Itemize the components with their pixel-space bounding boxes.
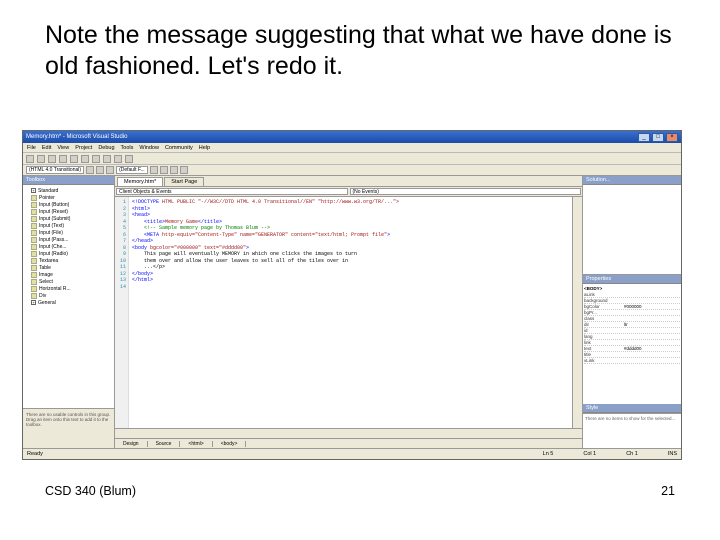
window-title: Memory.htm* - Microsoft Visual Studio — [26, 134, 638, 140]
editor-footer: Design Source <html> <body> — [115, 438, 582, 448]
tab-startpage[interactable]: Start Page — [164, 177, 204, 186]
status-ch: Ch 1 — [626, 451, 638, 457]
toolbox-item[interactable]: Horizontal R... — [25, 285, 112, 292]
toolbox-item[interactable]: Image — [25, 271, 112, 278]
save-icon[interactable] — [48, 155, 56, 163]
toolbox-item[interactable]: Input (Pass... — [25, 236, 112, 243]
toolbox-footer: There are no usable controls in this gro… — [23, 408, 114, 448]
menu-debug[interactable]: Debug — [98, 145, 114, 151]
slide-title: Note the message suggesting that what we… — [0, 0, 720, 93]
toolbox-item[interactable]: Textarea — [25, 257, 112, 264]
client-objects-dropdown[interactable]: Client Objects & Events — [116, 188, 348, 195]
titlebar: Memory.htm* - Microsoft Visual Studio _ … — [23, 131, 681, 143]
align-center-icon[interactable] — [160, 166, 168, 174]
ide-window: Memory.htm* - Microsoft Visual Studio _ … — [22, 130, 682, 460]
align-left-icon[interactable] — [150, 166, 158, 174]
find-icon[interactable] — [125, 155, 133, 163]
toolbox-item[interactable]: Input (Text) — [25, 222, 112, 229]
paste-icon[interactable] — [81, 155, 89, 163]
menu-help[interactable]: Help — [199, 145, 210, 151]
code-area[interactable]: <!DOCTYPE HTML PUBLIC "-//W3C//DTD HTML … — [129, 197, 572, 428]
toolbox-item[interactable]: Input (Submit) — [25, 215, 112, 222]
view-design[interactable]: Design — [115, 441, 148, 447]
menu-file[interactable]: File — [27, 145, 36, 151]
status-col: Col 1 — [583, 451, 596, 457]
menu-window[interactable]: Window — [139, 145, 159, 151]
line-gutter: 1234567891011121314 — [115, 197, 129, 428]
cut-icon[interactable] — [59, 155, 67, 163]
new-icon[interactable] — [26, 155, 34, 163]
toolbar-main — [23, 153, 681, 165]
toolbox-panel: Toolbox +Standard Pointer Input (Button)… — [23, 176, 115, 448]
document-tabs: Memory.htm* Start Page — [115, 176, 582, 187]
doctype-selector[interactable]: (HTML 4.0 Transitional) — [26, 166, 84, 174]
menu-view[interactable]: View — [57, 145, 69, 151]
toolbox-item[interactable]: Pointer — [25, 194, 112, 201]
styles-title: Style — [583, 404, 681, 413]
toolbox-group[interactable]: +General — [25, 299, 112, 306]
status-line: Ln 5 — [543, 451, 554, 457]
toolbox-title: Toolbox — [23, 176, 114, 185]
tab-memory[interactable]: Memory.htm* — [117, 177, 163, 186]
italic-icon[interactable] — [96, 166, 104, 174]
close-button[interactable]: × — [666, 133, 678, 142]
code-editor[interactable]: 1234567891011121314 <!DOCTYPE HTML PUBLI… — [115, 197, 582, 428]
slide-footer-left: CSD 340 (Blum) — [45, 484, 136, 498]
font-selector[interactable]: (Default F... — [116, 166, 148, 174]
toolbox-item[interactable]: Input (Che... — [25, 243, 112, 250]
toolbox-item[interactable]: Input (Radio) — [25, 250, 112, 257]
statusbar: Ready Ln 5 Col 1 Ch 1 INS — [23, 448, 681, 459]
underline-icon[interactable] — [106, 166, 114, 174]
status-ready: Ready — [27, 451, 543, 457]
menu-edit[interactable]: Edit — [42, 145, 51, 151]
undo-icon[interactable] — [92, 155, 100, 163]
toolbox-item[interactable]: Select — [25, 278, 112, 285]
minimize-button[interactable]: _ — [638, 133, 650, 142]
align-right-icon[interactable] — [170, 166, 178, 174]
properties-title: Properties — [583, 275, 681, 284]
toolbox-item[interactable]: Input (Reset) — [25, 208, 112, 215]
path-html[interactable]: <html> — [180, 441, 212, 447]
status-ins: INS — [668, 451, 677, 457]
menu-community[interactable]: Community — [165, 145, 193, 151]
styles-panel: There are no items to show for the selec… — [583, 413, 681, 448]
open-icon[interactable] — [37, 155, 45, 163]
copy-icon[interactable] — [70, 155, 78, 163]
toolbox-item[interactable]: Div — [25, 292, 112, 299]
run-icon[interactable] — [114, 155, 122, 163]
scrollbar-horizontal[interactable] — [115, 428, 582, 438]
menu-tools[interactable]: Tools — [121, 145, 134, 151]
events-dropdown[interactable]: (No Events) — [350, 188, 582, 195]
toolbox-item[interactable]: Input (File) — [25, 229, 112, 236]
properties-context: <BODY> — [584, 285, 680, 292]
properties-grid[interactable]: <BODY> aLinkbackgroundbgColor#000000bgPr… — [583, 284, 681, 404]
menu-project[interactable]: Project — [75, 145, 92, 151]
toolbox-item[interactable]: Input (Button) — [25, 201, 112, 208]
menubar: File Edit View Project Debug Tools Windo… — [23, 143, 681, 153]
list-icon[interactable] — [180, 166, 188, 174]
maximize-button[interactable]: □ — [652, 133, 664, 142]
slide-page-number: 21 — [661, 484, 675, 498]
path-body[interactable]: <body> — [213, 441, 247, 447]
solution-explorer-title: Solution... — [583, 176, 681, 185]
view-source[interactable]: Source — [148, 441, 181, 447]
toolbox-item[interactable]: Table — [25, 264, 112, 271]
redo-icon[interactable] — [103, 155, 111, 163]
bold-icon[interactable] — [86, 166, 94, 174]
solution-explorer[interactable] — [583, 185, 681, 275]
toolbox-group[interactable]: +Standard — [25, 187, 112, 194]
toolbar-html: (HTML 4.0 Transitional) (Default F... — [23, 165, 681, 176]
scrollbar-vertical[interactable] — [572, 197, 582, 428]
